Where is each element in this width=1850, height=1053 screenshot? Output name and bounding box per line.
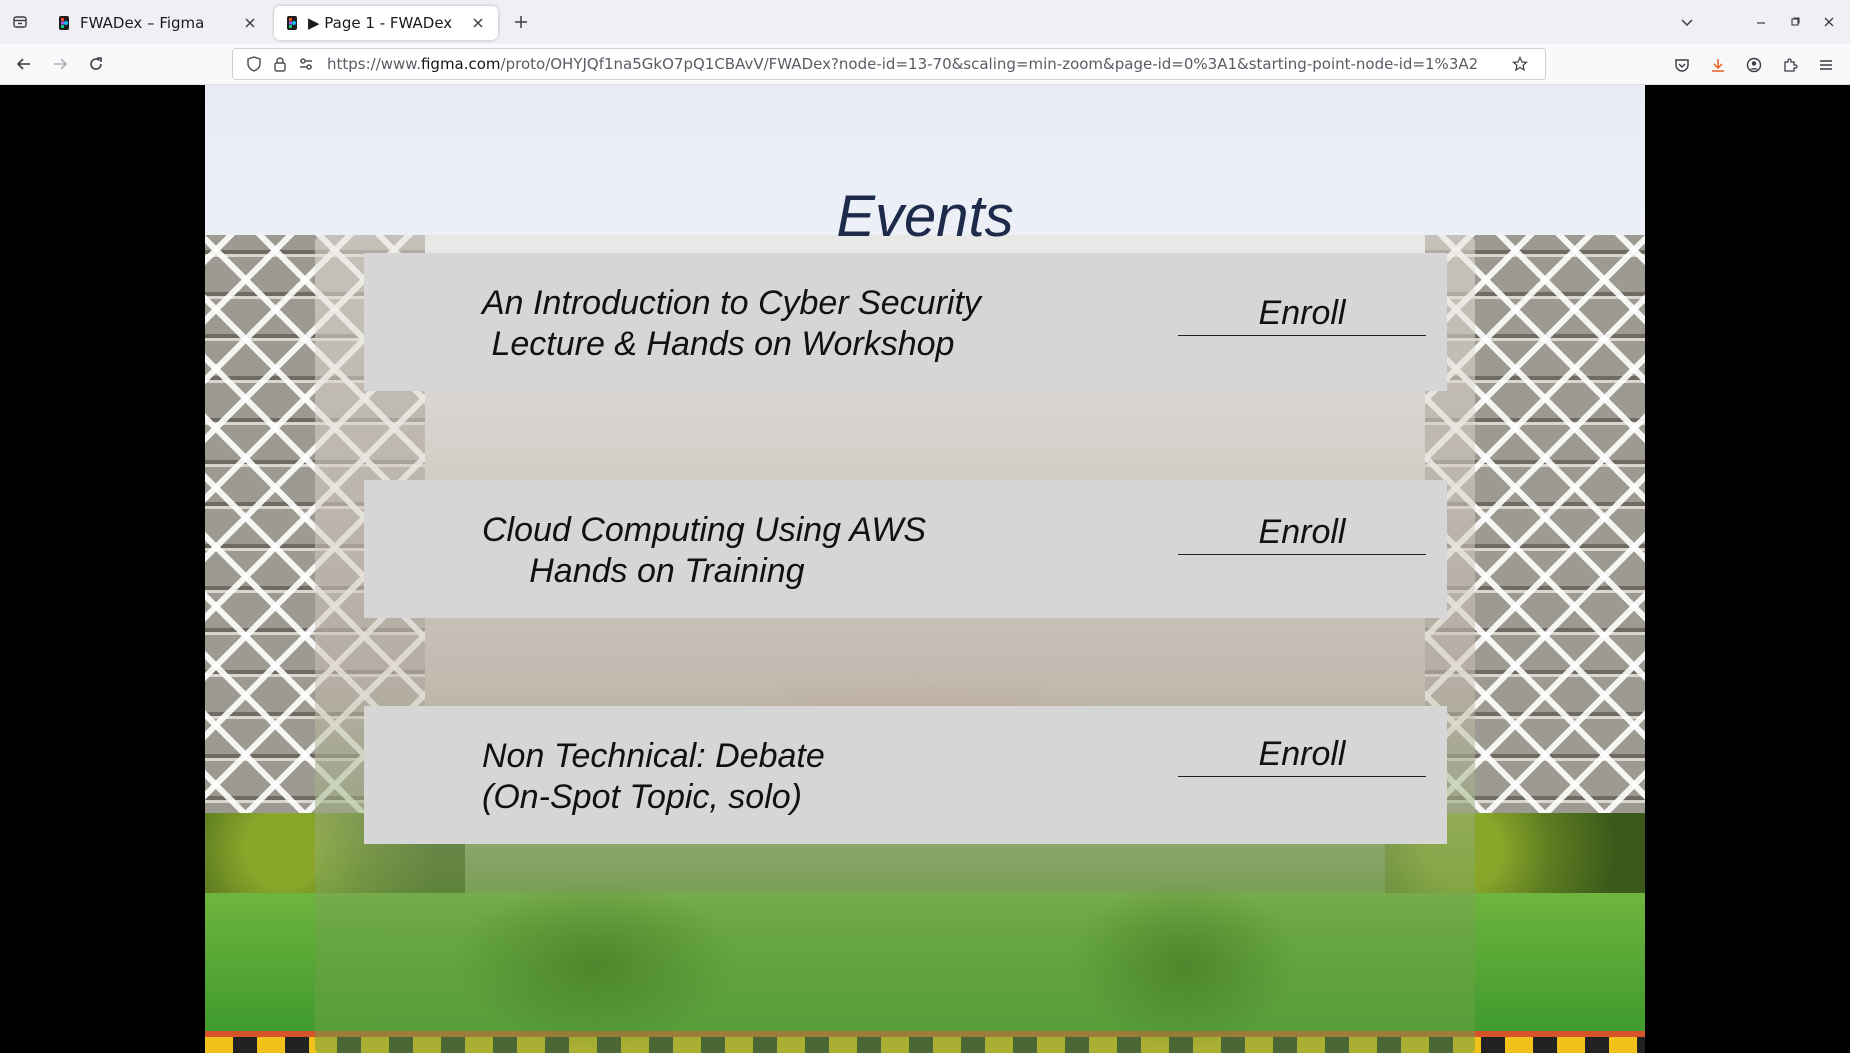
event-card: Non Technical: Debate (On-Spot Topic, so…: [364, 706, 1447, 844]
close-window-icon[interactable]: [1812, 0, 1846, 44]
tab-list-icon[interactable]: [0, 0, 40, 44]
event-card: An Introduction to Cyber Security Lectur…: [364, 253, 1447, 391]
event-title: Cloud Computing Using AWS Hands on Train…: [482, 511, 927, 590]
tab-page1-fwadex[interactable]: ▶ Page 1 - FWADex: [274, 6, 498, 40]
figma-icon: [56, 15, 72, 31]
chevron-down-icon[interactable]: [1670, 0, 1704, 44]
permissions-icon[interactable]: [295, 53, 317, 75]
url-bar[interactable]: https://www.figma.com/proto/OHYJQf1na5Gk…: [232, 48, 1546, 80]
reload-icon[interactable]: [78, 46, 114, 82]
event-title: An Introduction to Cyber Security Lectur…: [482, 284, 981, 363]
tab-title: ▶ Page 1 - FWADex: [308, 14, 453, 32]
browser-tab-bar: FWADex – Figma ▶ Page 1 - FWADex: [0, 0, 1850, 44]
account-icon[interactable]: [1736, 47, 1772, 83]
lock-icon[interactable]: [269, 53, 291, 75]
extensions-icon[interactable]: [1772, 47, 1808, 83]
pocket-icon[interactable]: [1664, 47, 1700, 83]
window-controls: [1670, 0, 1850, 44]
tab-title: FWADex – Figma: [80, 14, 205, 32]
menu-hamburger-icon[interactable]: [1808, 47, 1844, 83]
close-tab-icon[interactable]: [240, 13, 260, 33]
downloads-icon[interactable]: [1700, 47, 1736, 83]
forward-arrow-icon[interactable]: [42, 46, 78, 82]
url-host: figma.com: [420, 55, 501, 73]
enroll-button[interactable]: Enroll: [1178, 510, 1426, 555]
tab-fwadex-figma[interactable]: FWADex – Figma: [46, 6, 270, 40]
close-tab-icon[interactable]: [468, 13, 488, 33]
events-frame: Events An Introduction to Cyber Security…: [205, 85, 1645, 1053]
new-tab-plus-icon[interactable]: [504, 5, 538, 39]
shield-icon[interactable]: [243, 53, 265, 75]
minimize-icon[interactable]: [1744, 0, 1778, 44]
url-text[interactable]: https://www.figma.com/proto/OHYJQf1na5Gk…: [327, 55, 1509, 73]
url-prefix: https://www.: [327, 55, 421, 73]
restore-icon[interactable]: [1778, 0, 1812, 44]
prototype-viewport: Events An Introduction to Cyber Security…: [0, 85, 1850, 1053]
page-title: Events: [836, 184, 1014, 249]
event-card: Cloud Computing Using AWS Hands on Train…: [364, 480, 1447, 618]
enroll-button[interactable]: Enroll: [1178, 732, 1426, 777]
browser-nav-bar: https://www.figma.com/proto/OHYJQf1na5Gk…: [0, 44, 1850, 85]
url-path: /proto/OHYJQf1na5GkO7pQ1CBAvV/FWADex?nod…: [500, 55, 1479, 73]
enroll-button[interactable]: Enroll: [1178, 291, 1426, 336]
back-arrow-icon[interactable]: [6, 46, 42, 82]
event-title: Non Technical: Debate (On-Spot Topic, so…: [482, 737, 825, 816]
figma-icon: [284, 15, 300, 31]
toolbar-right: [1664, 44, 1844, 85]
bookmark-star-icon[interactable]: [1509, 53, 1531, 75]
